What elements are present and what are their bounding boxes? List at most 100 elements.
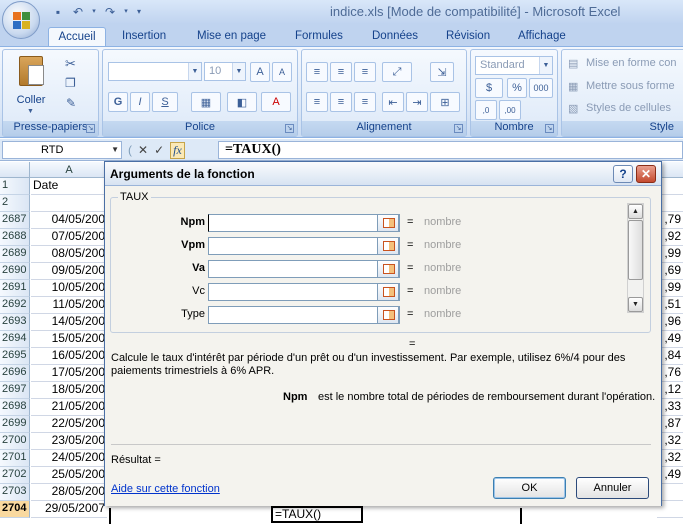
font-color-button[interactable]: A — [261, 92, 291, 112]
row-header[interactable]: 2691 — [0, 280, 30, 297]
range-picker-icon[interactable] — [377, 237, 399, 255]
cancel-button[interactable]: Annuler — [576, 477, 649, 499]
borders-button[interactable]: ▦ — [191, 92, 221, 112]
alignment-launcher-icon[interactable]: ↘ — [454, 124, 463, 133]
row-header[interactable]: 2704 — [0, 501, 30, 518]
copy-icon[interactable]: ❐ — [65, 76, 76, 90]
office-button[interactable] — [2, 1, 40, 39]
currency-button[interactable]: $ — [475, 78, 503, 98]
cell-a[interactable]: 10/05/200 — [31, 280, 107, 297]
thousands-button[interactable]: 000 — [529, 78, 553, 98]
customize-qat-icon[interactable]: ▾ — [134, 4, 144, 20]
cell-a[interactable]: 08/05/200 — [31, 246, 107, 263]
fill-color-button[interactable]: ◧ — [227, 92, 257, 112]
cell-a[interactable]: 25/05/200 — [31, 467, 107, 484]
underline-button[interactable]: S — [152, 92, 178, 112]
align-top-button[interactable]: ≡ — [306, 62, 328, 82]
orientation-button[interactable]: ⤢ — [382, 62, 412, 82]
paste-button[interactable]: Coller ▼ — [9, 54, 53, 116]
dialog-title-bar[interactable]: Arguments de la fonction ? ✕ — [105, 162, 661, 186]
cell-a[interactable]: 11/05/200 — [31, 297, 107, 314]
row-header[interactable]: 2690 — [0, 263, 30, 280]
font-name-combo[interactable]: ▼ — [108, 62, 202, 81]
font-launcher-icon[interactable]: ↘ — [285, 124, 294, 133]
ok-button[interactable]: OK — [493, 477, 566, 499]
row-header[interactable]: 2697 — [0, 382, 30, 399]
cell-a[interactable]: 29/05/2007 — [31, 501, 107, 518]
row-header[interactable]: 2701 — [0, 450, 30, 467]
select-all-button[interactable] — [0, 162, 30, 178]
tab-donnees[interactable]: Données — [366, 27, 424, 46]
format-as-table-button[interactable]: Mettre sous forme — [586, 80, 675, 92]
active-cell[interactable]: =TAUX() — [271, 506, 363, 523]
align-center-button[interactable]: ≡ — [330, 92, 352, 112]
save-icon[interactable]: ▪ — [50, 4, 66, 20]
argument-input-va[interactable] — [208, 260, 400, 278]
insert-function-icon[interactable]: fx — [170, 141, 185, 159]
arguments-scrollbar[interactable]: ▲ ▼ — [627, 203, 644, 313]
row-header[interactable]: 2693 — [0, 314, 30, 331]
row-header[interactable]: 2702 — [0, 467, 30, 484]
increase-decimal-button[interactable]: ,0 — [475, 100, 497, 120]
function-help-link[interactable]: Aide sur cette fonction — [111, 483, 220, 495]
tab-formules[interactable]: Formules — [289, 27, 349, 46]
scroll-down-icon[interactable]: ▼ — [628, 297, 643, 312]
row-header[interactable]: 2 — [0, 195, 30, 212]
cancel-formula-icon[interactable]: ✕ — [138, 143, 148, 157]
row-header[interactable]: 2703 — [0, 484, 30, 501]
range-picker-icon[interactable] — [377, 260, 399, 278]
formula-input[interactable]: =TAUX() — [218, 141, 683, 159]
cell-a[interactable]: 23/05/200 — [31, 433, 107, 450]
cell-a[interactable]: 14/05/200 — [31, 314, 107, 331]
italic-button[interactable]: I — [130, 92, 150, 112]
number-launcher-icon[interactable]: ↘ — [545, 124, 554, 133]
conditional-format-button[interactable]: Mise en forme con — [586, 57, 676, 69]
undo-icon[interactable]: ↶ — [70, 4, 86, 20]
tab-revision[interactable]: Révision — [440, 27, 496, 46]
argument-input-npm[interactable] — [208, 214, 400, 232]
format-painter-icon[interactable]: ✎ — [66, 96, 76, 110]
row-header[interactable]: 2688 — [0, 229, 30, 246]
row-header[interactable]: 2687 — [0, 212, 30, 229]
cell-a[interactable]: 24/05/200 — [31, 450, 107, 467]
tab-affichage[interactable]: Affichage — [512, 27, 572, 46]
cell-a[interactable]: 21/05/200 — [31, 399, 107, 416]
scroll-thumb[interactable] — [628, 220, 643, 280]
align-bottom-button[interactable]: ≡ — [354, 62, 376, 82]
cell-a[interactable]: Date — [31, 178, 107, 195]
column-header-a[interactable]: A — [31, 162, 108, 178]
cell-a[interactable]: 22/05/200 — [31, 416, 107, 433]
wrap-text-button[interactable]: ⇲ — [430, 62, 454, 82]
cell-a[interactable]: 04/05/200 — [31, 212, 107, 229]
grow-font-button[interactable]: A — [250, 62, 270, 82]
align-middle-button[interactable]: ≡ — [330, 62, 352, 82]
row-header[interactable]: 2695 — [0, 348, 30, 365]
align-left-button[interactable]: ≡ — [306, 92, 328, 112]
cell-a[interactable]: 17/05/200 — [31, 365, 107, 382]
row-header[interactable]: 2692 — [0, 297, 30, 314]
row-header[interactable]: 2698 — [0, 399, 30, 416]
cell-styles-button[interactable]: Styles de cellules — [586, 102, 671, 114]
argument-input-type[interactable] — [208, 306, 400, 324]
cell-a[interactable]: 09/05/200 — [31, 263, 107, 280]
range-picker-icon[interactable] — [377, 283, 399, 301]
font-size-combo[interactable]: 10 ▼ — [204, 62, 246, 81]
argument-input-vc[interactable] — [208, 283, 400, 301]
scroll-up-icon[interactable]: ▲ — [628, 204, 643, 219]
merge-center-button[interactable]: ⊞ — [430, 92, 460, 112]
row-header[interactable]: 1 — [0, 178, 30, 195]
percent-button[interactable]: % — [507, 78, 527, 98]
cell-a[interactable]: 07/05/200 — [31, 229, 107, 246]
tab-insertion[interactable]: Insertion — [116, 27, 172, 46]
row-header[interactable]: 2689 — [0, 246, 30, 263]
undo-dropdown-icon[interactable]: ▾ — [90, 4, 98, 20]
number-format-combo[interactable]: Standard ▼ — [475, 56, 553, 75]
row-header[interactable]: 2696 — [0, 365, 30, 382]
cut-icon[interactable]: ✂ — [65, 56, 76, 72]
argument-input-vpm[interactable] — [208, 237, 400, 255]
row-header[interactable]: 2700 — [0, 433, 30, 450]
tab-accueil[interactable]: Accueil — [48, 27, 106, 46]
redo-dropdown-icon[interactable]: ▾ — [122, 4, 130, 20]
range-picker-icon[interactable] — [377, 306, 399, 324]
cell-a[interactable]: 28/05/200 — [31, 484, 107, 501]
